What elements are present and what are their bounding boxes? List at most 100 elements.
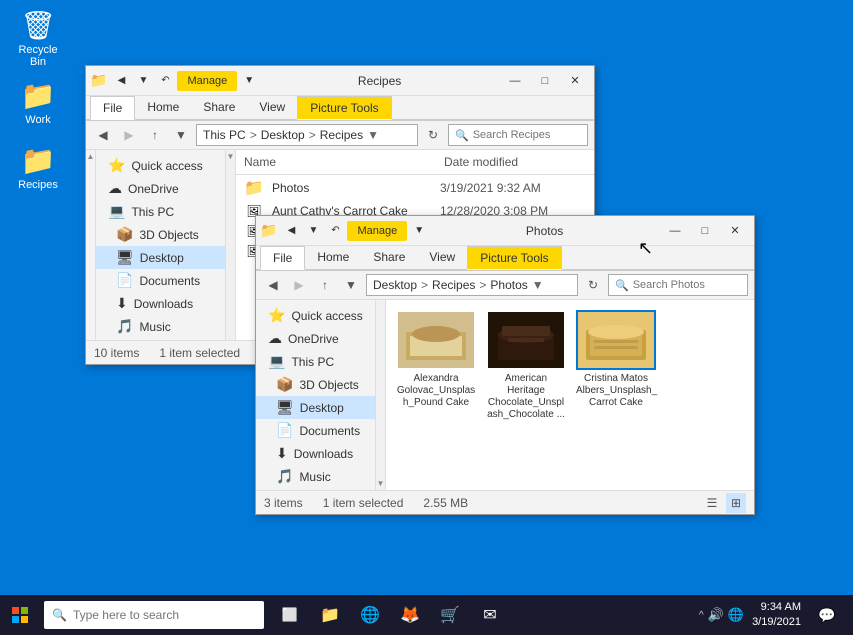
qat-forward[interactable]: ▼ [133, 71, 153, 91]
nav-recent-btn[interactable]: ▼ [170, 124, 192, 146]
photos-nav-up[interactable]: ↑ [314, 274, 336, 296]
photos-tab-share[interactable]: Share [361, 246, 417, 269]
start-button[interactable] [0, 595, 40, 635]
view-list-btn[interactable]: ☰ [702, 493, 722, 513]
photos-tab-picture-tools[interactable]: Picture Tools [467, 246, 561, 270]
sidebar-documents[interactable]: 📄 Documents [96, 269, 225, 292]
taskbar: 🔍 ⬜ 📁 🌐 🦊 🛒 ✉ ^ 🔊 🌐 9:34 AM 3/19/2021 💬 [0, 595, 853, 635]
tab-picture-tools[interactable]: Picture Tools [297, 96, 391, 120]
task-view-btn[interactable]: ⬜ [272, 595, 308, 635]
photos-path-desktop[interactable]: Desktop [373, 278, 417, 292]
sidebar-onedrive[interactable]: ☁ OneDrive [96, 177, 225, 200]
recycle-bin-label: Recycle Bin [12, 44, 64, 68]
photos-address-bar: ◀ ▶ ↑ ▼ Desktop > Recipes > Photos ▼ ↻ 🔍 [256, 271, 754, 300]
tab-view[interactable]: View [247, 96, 297, 119]
edge-btn[interactable]: 🌐 [352, 595, 388, 635]
photos-scroll-down[interactable]: ▼ [377, 479, 385, 488]
photos-maximize-button[interactable]: □ [690, 216, 720, 246]
photos-qat-forward[interactable]: ▼ [303, 221, 323, 241]
clock-time: 9:34 AM [752, 600, 801, 615]
chocolate-cake-svg [488, 312, 564, 368]
work-folder-label: Work [25, 114, 50, 126]
photos-sidebar-onedrive[interactable]: ☁ OneDrive [256, 327, 375, 350]
sidebar-desktop[interactable]: 🖥 Desktop [96, 246, 225, 269]
photos-sidebar-documents[interactable]: 📄 Documents [256, 419, 375, 442]
photos-tab-view[interactable]: View [417, 246, 467, 269]
file-explorer-btn[interactable]: 📁 [312, 595, 348, 635]
photos-path-photos[interactable]: Photos [490, 278, 527, 292]
photos-nav-forward[interactable]: ▶ [288, 274, 310, 296]
photos-tab-file[interactable]: File [260, 246, 305, 270]
nav-forward-btn[interactable]: ▶ [118, 124, 140, 146]
firefox-btn[interactable]: 🦊 [392, 595, 428, 635]
photos-sidebar-3d-objects[interactable]: 📦 3D Objects [256, 373, 375, 396]
photo-label-pound-cake: AlexandraGolovac_Unsplash_Pound Cake [397, 373, 475, 409]
store-btn[interactable]: 🛒 [432, 595, 468, 635]
sidebar-scroll-down[interactable]: ▼ [227, 152, 235, 161]
mail-btn[interactable]: ✉ [472, 595, 508, 635]
nav-up-btn[interactable]: ↑ [144, 124, 166, 146]
photos-manage-button[interactable]: Manage [347, 221, 407, 241]
view-icons-btn[interactable]: ⊞ [726, 493, 746, 513]
desktop-icon: 🖥 [116, 249, 134, 266]
path-thispc[interactable]: This PC [203, 128, 246, 142]
tab-home[interactable]: Home [135, 96, 191, 119]
photos-close-button[interactable]: ✕ [720, 216, 750, 246]
photos-search-input[interactable] [633, 279, 741, 291]
refresh-btn[interactable]: ↻ [422, 124, 444, 146]
maximize-button[interactable]: □ [530, 66, 560, 96]
photos-sidebar-desktop[interactable]: 🖥 Desktop [256, 396, 375, 419]
photos-title: Photos [429, 224, 660, 238]
sidebar-quick-access[interactable]: ⭐ Quick access [96, 154, 225, 177]
notification-center-btn[interactable]: 💬 [809, 595, 845, 635]
recipes-icon[interactable]: 📁 Recipes [8, 140, 68, 195]
path-desktop[interactable]: Desktop [261, 128, 305, 142]
photos-sidebar-downloads[interactable]: ⬇ Downloads [256, 442, 375, 465]
photos-tab-home[interactable]: Home [305, 246, 361, 269]
nav-back-btn[interactable]: ◀ [92, 124, 114, 146]
col-date[interactable]: Date modified [444, 152, 586, 172]
sidebar-3d-objects[interactable]: 📦 3D Objects [96, 223, 225, 246]
tray-expand-icon[interactable]: ^ [699, 610, 704, 621]
file-item-photos[interactable]: 📁 Photos 3/19/2021 9:32 AM [236, 175, 594, 201]
volume-icon[interactable]: 🔊 [708, 607, 724, 623]
sidebar-downloads[interactable]: ⬇ Downloads [96, 292, 225, 315]
photo-carrot-cake[interactable]: Cristina MatosAlbers_Unsplash_Carrot Cak… [576, 310, 656, 421]
photos-sidebar-quick-access[interactable]: ⭐ Quick access [256, 304, 375, 327]
taskbar-search-input[interactable] [73, 608, 256, 622]
photos-qat-dropdown[interactable]: ▼ [409, 221, 429, 241]
photos-sidebar-this-pc[interactable]: 💻 This PC [256, 350, 375, 373]
minimize-button[interactable]: — [500, 66, 530, 96]
sidebar-this-pc[interactable]: 💻 This PC [96, 200, 225, 223]
recipes-address-bar: ◀ ▶ ↑ ▼ This PC > Desktop > Recipes ▼ ↻ … [86, 121, 594, 150]
network-icon[interactable]: 🌐 [728, 607, 744, 623]
photos-nav-recent[interactable]: ▼ [340, 274, 362, 296]
qat-dropdown[interactable]: ▼ [239, 71, 259, 91]
address-path[interactable]: This PC > Desktop > Recipes ▼ [196, 124, 418, 146]
photos-nav-back[interactable]: ◀ [262, 274, 284, 296]
photos-qat-undo[interactable]: ↶ [325, 221, 345, 241]
photos-minimize-button[interactable]: — [660, 216, 690, 246]
recycle-bin-icon[interactable]: 🗑 Recycle Bin [8, 5, 68, 72]
qat-undo[interactable]: ↶ [155, 71, 175, 91]
photo-pound-cake[interactable]: AlexandraGolovac_Unsplash_Pound Cake [396, 310, 476, 421]
qat-back[interactable]: ◀ [111, 71, 131, 91]
search-input[interactable] [473, 129, 581, 141]
close-button[interactable]: ✕ [560, 66, 590, 96]
clock[interactable]: 9:34 AM 3/19/2021 [752, 600, 801, 631]
recipes-item-count: 10 items [94, 346, 139, 360]
photos-sidebar-music[interactable]: 🎵 Music [256, 465, 375, 488]
scroll-up-arrow[interactable]: ▲ [87, 152, 95, 161]
manage-button[interactable]: Manage [177, 71, 237, 91]
photo-chocolate-cake[interactable]: AmericanHeritageChocolate_Unsplash_Choco… [486, 310, 566, 421]
photos-address-path[interactable]: Desktop > Recipes > Photos ▼ [366, 274, 578, 296]
tab-file[interactable]: File [90, 96, 135, 120]
sidebar-music[interactable]: 🎵 Music [96, 315, 225, 338]
photos-refresh[interactable]: ↻ [582, 274, 604, 296]
col-name[interactable]: Name [244, 152, 424, 172]
path-recipes[interactable]: Recipes [320, 128, 363, 142]
photos-path-recipes[interactable]: Recipes [432, 278, 475, 292]
photos-qat-back[interactable]: ◀ [281, 221, 301, 241]
work-folder-icon[interactable]: 📁 Work [8, 75, 68, 130]
tab-share[interactable]: Share [191, 96, 247, 119]
